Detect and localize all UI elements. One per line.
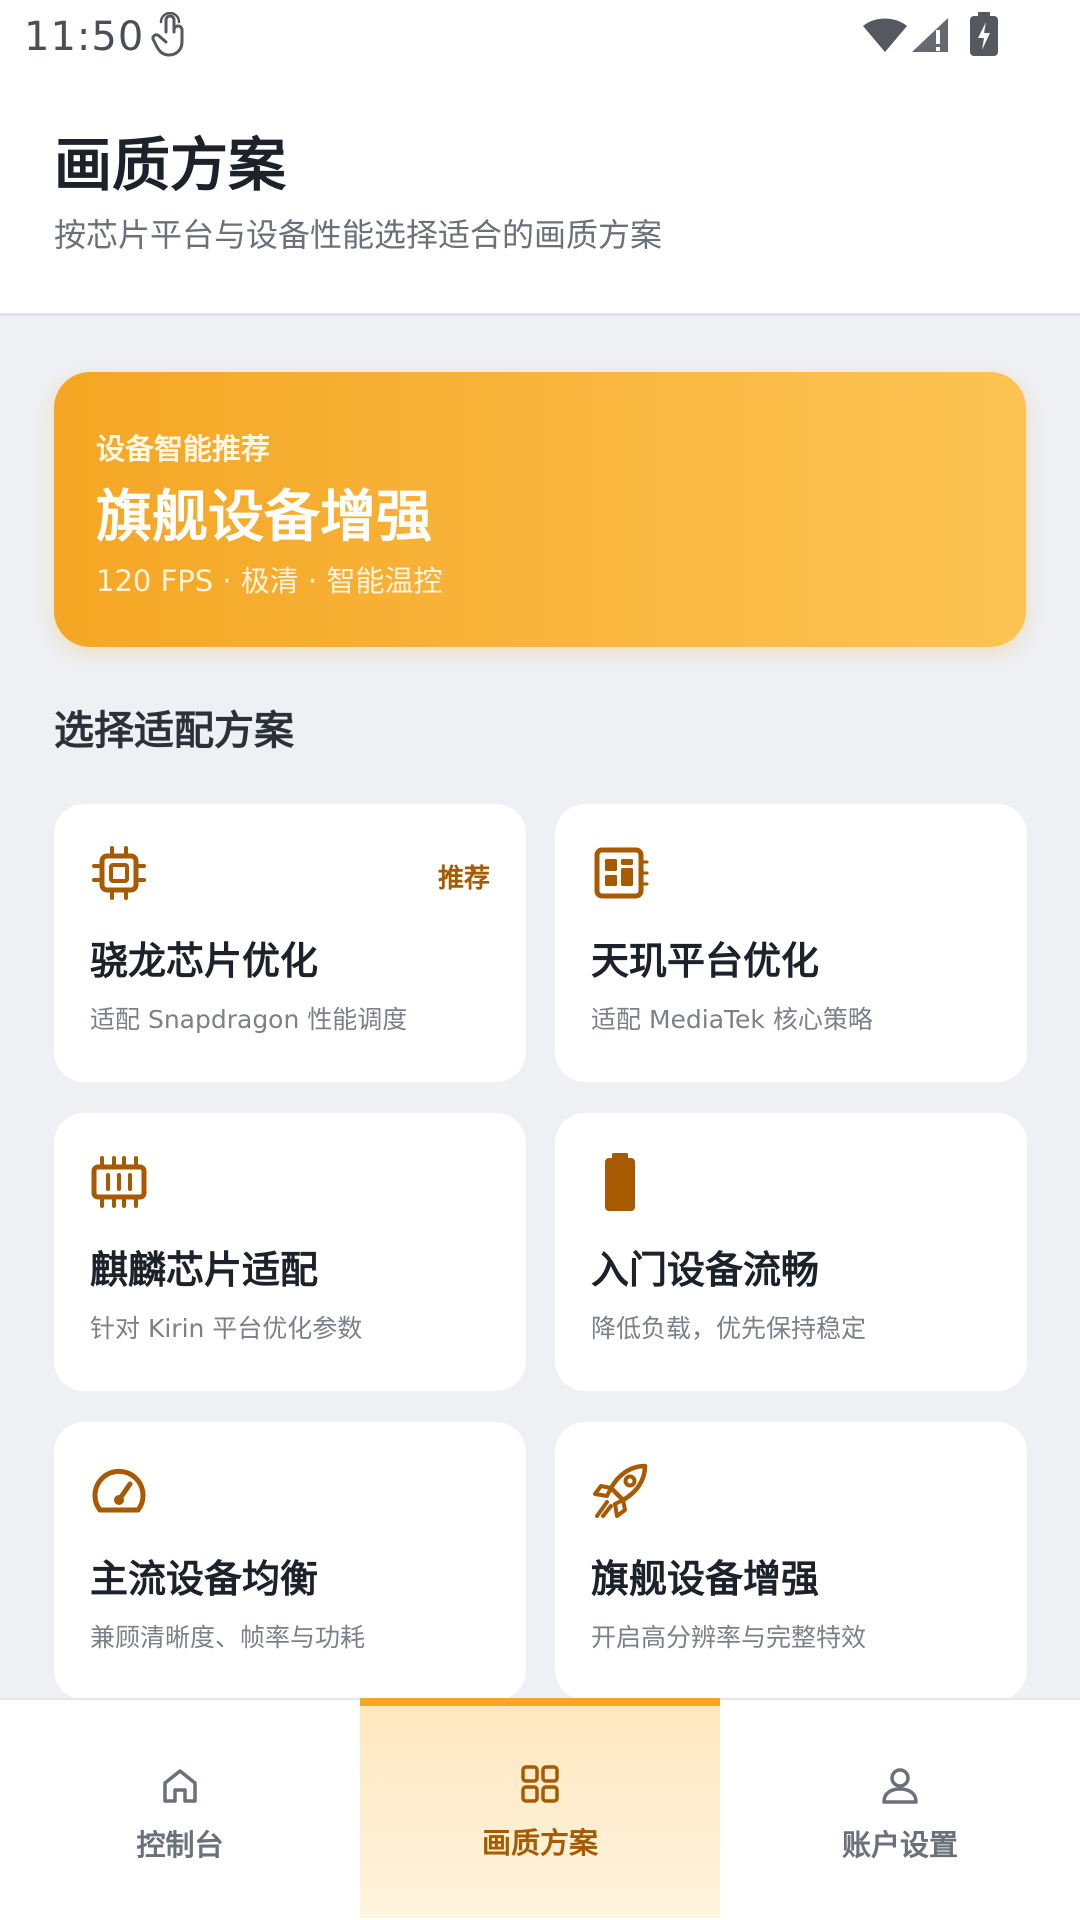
nav-label: 控制台 xyxy=(136,1828,224,1862)
plan-card-flagship[interactable]: 旗舰设备增强 开启高分辨率与完整特效 xyxy=(555,1422,1027,1700)
recommendation-tag: 设备智能推荐 xyxy=(96,432,271,466)
nav-item-console[interactable]: 控制台 xyxy=(0,1700,360,1920)
recommended-badge: 推荐 xyxy=(437,864,490,894)
page-title: 画质方案 xyxy=(54,131,287,199)
user-icon xyxy=(882,1768,918,1804)
status-bar: 11:50 xyxy=(0,0,1080,74)
recommendation-banner[interactable]: 设备智能推荐 旗舰设备增强 120 FPS · 极清 · 智能温控 xyxy=(54,372,1026,647)
status-time: 11:50 xyxy=(24,14,145,60)
plan-card-mainstream[interactable]: 主流设备均衡 兼顾清晰度、帧率与功耗 xyxy=(54,1422,526,1700)
plan-card-description: 适配 MediaTek 核心策略 xyxy=(591,1005,873,1034)
plan-card-description: 适配 Snapdragon 性能调度 xyxy=(90,1005,408,1034)
nav-label: 画质方案 xyxy=(481,1826,598,1860)
plan-card-description: 兼顾清晰度、帧率与功耗 xyxy=(90,1623,366,1652)
plan-card-title: 主流设备均衡 xyxy=(90,1557,319,1601)
plan-card-description: 降低负载，优先保持稳定 xyxy=(591,1314,867,1343)
chip-icon xyxy=(92,846,146,900)
speedometer-icon xyxy=(92,1468,146,1513)
rocket-icon xyxy=(593,1463,648,1518)
nav-item-quality-plans[interactable]: 画质方案 xyxy=(360,1698,720,1918)
plan-card-mediatek[interactable]: 天玑平台优化 适配 MediaTek 核心策略 xyxy=(555,804,1027,1082)
plan-card-title: 入门设备流畅 xyxy=(591,1248,820,1292)
recommendation-description: 120 FPS · 极清 · 智能温控 xyxy=(96,564,443,598)
battery-icon xyxy=(605,1153,635,1211)
memory-icon xyxy=(91,1156,147,1208)
page-header: 画质方案 按芯片平台与设备性能选择适合的画质方案 xyxy=(0,74,1080,316)
plan-card-entry[interactable]: 入门设备流畅 降低负载，优先保持稳定 xyxy=(555,1113,1027,1391)
recommendation-title: 旗舰设备增强 xyxy=(96,485,432,550)
plan-card-title: 骁龙芯片优化 xyxy=(90,939,319,983)
signal-icon xyxy=(912,18,948,52)
grid-icon xyxy=(521,1765,559,1803)
nav-label: 账户设置 xyxy=(841,1828,958,1862)
nav-item-account-settings[interactable]: 账户设置 xyxy=(720,1700,1080,1920)
touch-icon xyxy=(151,12,184,57)
plan-card-title: 天玑平台优化 xyxy=(591,939,820,983)
section-title: 选择适配方案 xyxy=(54,708,294,754)
battery-charging-icon xyxy=(970,12,998,56)
plan-card-description: 开启高分辨率与完整特效 xyxy=(591,1623,867,1652)
wifi-icon xyxy=(863,18,907,52)
plan-card-kirin[interactable]: 麒麟芯片适配 针对 Kirin 平台优化参数 xyxy=(54,1113,526,1391)
bottom-nav: 控制台 画质方案 账户设置 xyxy=(0,1698,1080,1920)
home-icon xyxy=(163,1769,197,1803)
plan-card-title: 旗舰设备增强 xyxy=(591,1557,820,1601)
dashboard-chip-icon xyxy=(594,847,649,899)
page-subtitle: 按芯片平台与设备性能选择适合的画质方案 xyxy=(54,216,663,254)
plan-card-description: 针对 Kirin 平台优化参数 xyxy=(90,1314,363,1343)
plan-card-snapdragon[interactable]: 推荐 骁龙芯片优化 适配 Snapdragon 性能调度 xyxy=(54,804,526,1082)
plan-card-title: 麒麟芯片适配 xyxy=(90,1248,319,1292)
